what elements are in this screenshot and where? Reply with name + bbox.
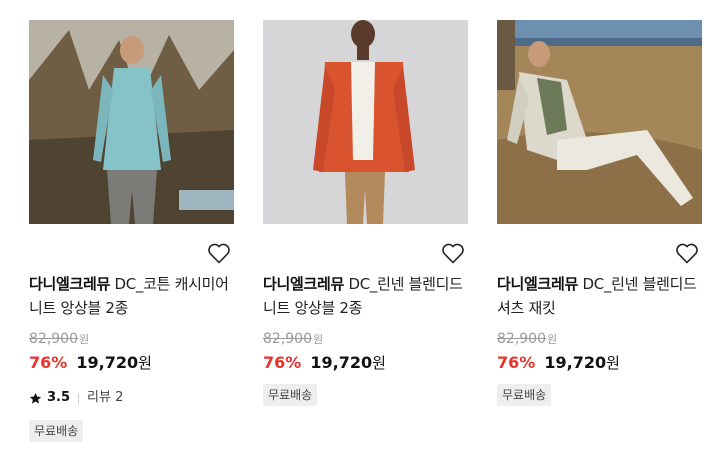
original-price-unit: 원 [547,333,558,346]
sale-price-unit: 원 [606,354,620,372]
sale-price: 19,720 [76,353,139,372]
original-price-unit: 원 [313,333,324,346]
free-shipping-badge: 무료배송 [497,384,552,406]
wish-row [263,224,468,264]
heart-outline-icon[interactable] [675,242,699,264]
product-image[interactable] [497,20,702,224]
heart-outline-icon[interactable] [207,242,231,264]
original-price: 82,900원 [29,330,234,348]
wish-row [29,224,234,264]
product-image[interactable] [29,20,234,224]
free-shipping-badge: 무료배송 [29,420,84,442]
product-card: 다니엘크레뮤 DC_코튼 캐시미어 니트 앙상블 2종 82,900원 76% … [29,20,234,442]
product-photo [29,20,234,224]
product-brand: 다니엘크레뮤 [263,275,345,293]
price-row: 76% 19,720원 [263,350,468,376]
product-brand: 다니엘크레뮤 [29,275,111,293]
original-price-unit: 원 [79,333,90,346]
original-price-value: 82,900 [29,331,78,347]
product-title[interactable]: 다니엘크레뮤 DC_코튼 캐시미어 니트 앙상블 2종 [29,272,234,320]
product-title[interactable]: 다니엘크레뮤 DC_린넨 블렌디드 니트 앙상블 2종 [263,272,468,320]
product-title[interactable]: 다니엘크레뮤 DC_린넨 블렌디드 셔츠 재킷 [497,272,702,320]
product-brand: 다니엘크레뮤 [497,275,579,293]
discount-rate: 76% [29,353,68,372]
price-row: 76% 19,720원 [29,350,234,376]
star-icon [29,392,42,405]
original-price: 82,900원 [497,330,702,348]
divider [78,392,80,404]
product-image[interactable] [263,20,468,224]
discount-rate: 76% [263,353,302,372]
rating-row: 3.5 리뷰 2 [29,388,234,408]
rating-value: 3.5 [47,390,71,405]
sale-price-unit: 원 [372,354,386,372]
sale-price: 19,720 [544,353,607,372]
original-price-value: 82,900 [497,331,546,347]
wish-row [497,224,702,264]
sale-price-unit: 원 [138,354,152,372]
heart-outline-icon[interactable] [441,242,465,264]
free-shipping-badge: 무료배송 [263,384,318,406]
original-price: 82,900원 [263,330,468,348]
product-card: 다니엘크레뮤 DC_린넨 블렌디드 셔츠 재킷 82,900원 76% 19,7… [497,20,702,406]
product-grid: 다니엘크레뮤 DC_코튼 캐시미어 니트 앙상블 2종 82,900원 76% … [0,0,719,467]
product-photo [263,20,468,224]
sale-price: 19,720 [310,353,373,372]
discount-rate: 76% [497,353,536,372]
original-price-value: 82,900 [263,331,312,347]
product-photo [497,20,702,224]
review-count[interactable]: 리뷰 2 [87,388,123,408]
product-card: 다니엘크레뮤 DC_린넨 블렌디드 니트 앙상블 2종 82,900원 76% … [263,20,468,406]
price-row: 76% 19,720원 [497,350,702,376]
